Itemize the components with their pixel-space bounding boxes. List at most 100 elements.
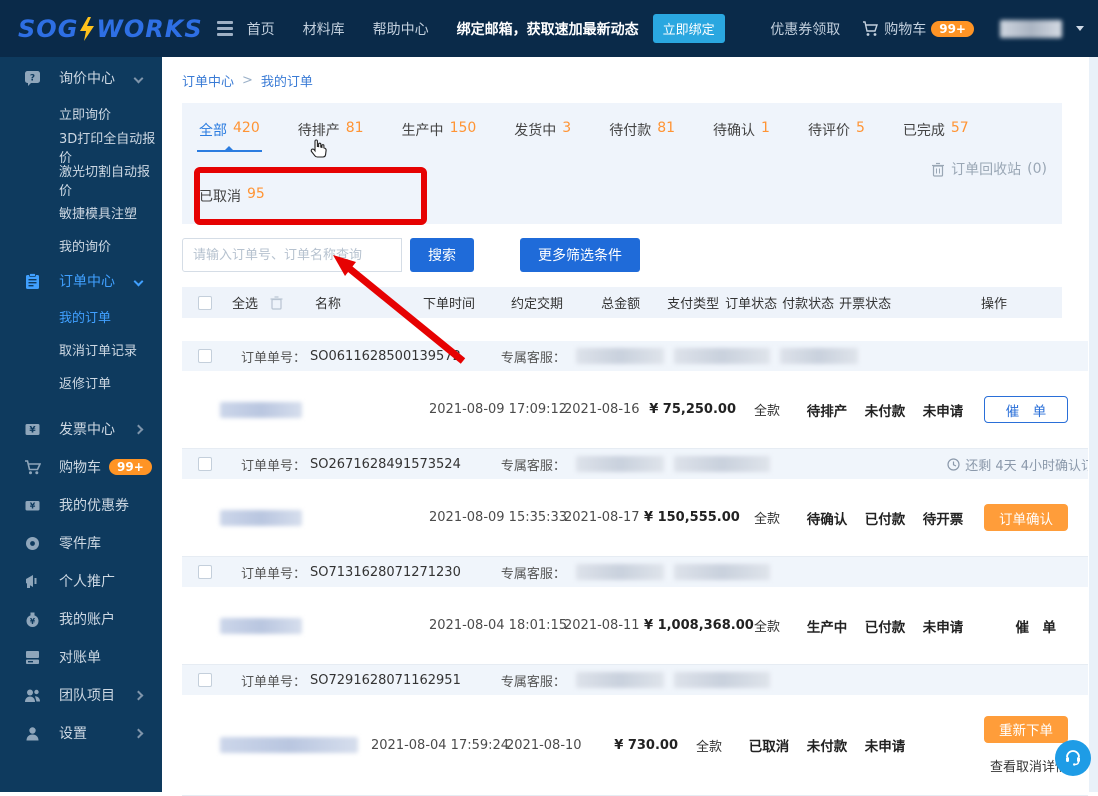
col-header-order-time: 下单时间: [423, 293, 475, 312]
nav-item-help[interactable]: 帮助中心: [373, 19, 429, 39]
cart-label: 购物车: [884, 19, 926, 39]
coupon-claim-link[interactable]: 优惠券领取: [770, 19, 840, 39]
reorder-button[interactable]: 重新下单: [984, 716, 1068, 743]
order-header: 订单单号： SO7131628071271230 专属客服：: [182, 557, 1088, 587]
tab-pending-confirm[interactable]: 待确认1: [711, 113, 772, 152]
sidebar-item-agile-mold[interactable]: 敏捷模具注塑: [0, 196, 162, 229]
col-header-amount: 总金额: [601, 293, 640, 312]
search-button[interactable]: 搜索: [410, 238, 474, 272]
redacted-order-name[interactable]: [220, 402, 302, 418]
tab-count: 81: [657, 120, 675, 142]
sidebar-item-my-inquiries[interactable]: 我的询价: [0, 229, 162, 262]
order-checkbox[interactable]: [198, 457, 212, 471]
tab-all[interactable]: 全部420: [197, 113, 262, 152]
tab-shipping[interactable]: 发货中3: [512, 113, 573, 152]
team-icon: [24, 687, 41, 704]
sidebar-item-statement[interactable]: 对账单: [0, 638, 162, 676]
breadcrumb-order-center[interactable]: 订单中心: [182, 71, 234, 90]
sidebar-item-parts-library[interactable]: 零件库: [0, 524, 162, 562]
sidebar-item-inquire-now[interactable]: 立即询价: [0, 97, 162, 130]
tab-cancelled[interactable]: 已取消95: [197, 179, 267, 216]
nav-item-materials[interactable]: 材料库: [303, 19, 345, 39]
redacted-order-name[interactable]: [220, 510, 302, 526]
more-filters-button[interactable]: 更多筛选条件: [520, 238, 640, 272]
order-no: SO7131628071271230: [310, 565, 461, 580]
order-recycle-bin[interactable]: 订单回收站 (0): [931, 152, 1047, 179]
invoice-status: 未申请: [914, 400, 972, 420]
select-all-checkbox[interactable]: [198, 296, 212, 310]
sidebar-item-3d-print-quote[interactable]: 3D打印全自动报价: [0, 130, 162, 163]
customer-service-button[interactable]: [1055, 740, 1091, 776]
confirm-order-button[interactable]: 订单确认: [984, 504, 1068, 531]
order-no-label: 订单单号：: [241, 563, 306, 582]
tab-completed[interactable]: 已完成57: [901, 113, 971, 152]
tab-pending-payment[interactable]: 待付款81: [607, 113, 677, 152]
tab-pending-review[interactable]: 待评价5: [806, 113, 867, 152]
tab-in-production[interactable]: 生产中150: [400, 113, 479, 152]
order-checkbox[interactable]: [198, 565, 212, 579]
order-checkbox[interactable]: [198, 673, 212, 687]
clock-icon: [947, 458, 960, 471]
urge-order-text[interactable]: 催 单: [1016, 616, 1057, 636]
sidebar-item-settings[interactable]: 设置: [0, 714, 162, 752]
order-row: 订单单号： SO7291628071162951 专属客服： 2021-08-0…: [182, 665, 1088, 796]
sidebar-label: 我的账户: [59, 609, 115, 629]
redacted-username[interactable]: [1000, 20, 1062, 38]
sidebar-sub-label: 返修订单: [59, 373, 111, 392]
sidebar-item-invoice-center[interactable]: ¥ 发票中心: [0, 410, 162, 448]
sidebar-label: 零件库: [59, 533, 101, 553]
countdown-text: 还剩 4天 4小时确认订: [965, 455, 1088, 474]
sidebar-item-cancelled-orders[interactable]: 取消订单记录: [0, 333, 162, 366]
due-date: 2021-08-10: [506, 738, 586, 753]
breadcrumb-my-orders[interactable]: 我的订单: [261, 71, 313, 90]
pay-status: 未付款: [856, 400, 914, 420]
redacted-text: [780, 348, 858, 364]
invoice-status: 待开票: [914, 508, 972, 528]
tab-label: 发货中: [514, 120, 556, 142]
urge-order-button[interactable]: 催 单: [984, 396, 1068, 423]
redacted-text: [674, 672, 770, 688]
tab-pending-schedule[interactable]: 待排产81: [296, 113, 366, 152]
service-label: 专属客服：: [501, 671, 566, 690]
nav-item-home[interactable]: 首页: [247, 19, 275, 39]
svg-text:¥: ¥: [29, 425, 36, 435]
sidebar-item-my-coupons[interactable]: ¥ 我的优惠券: [0, 486, 162, 524]
user-dropdown-caret-icon[interactable]: [1076, 26, 1084, 31]
sidebar-item-team-projects[interactable]: 团队项目: [0, 676, 162, 714]
redacted-text: [576, 348, 664, 364]
order-time: 2021-08-09 15:35:33: [429, 510, 561, 525]
hamburger-menu-icon[interactable]: [217, 21, 233, 36]
trash-icon[interactable]: [270, 296, 283, 310]
order-row: 订单单号： SO7131628071271230 专属客服： 2021-08-0…: [182, 557, 1088, 665]
navbar-right: 优惠券领取 购物车 99+: [770, 19, 1084, 39]
sidebar-item-inquiry-center[interactable]: ? 询价中心: [0, 59, 162, 97]
redacted-order-name[interactable]: [220, 618, 302, 634]
redacted-text: [576, 456, 664, 472]
sidebar-label: 个人推广: [59, 571, 115, 591]
order-status: 待确认: [798, 508, 856, 528]
recycle-bin-count: (0): [1027, 161, 1047, 177]
sidebar-item-order-center[interactable]: 订单中心: [0, 262, 162, 300]
scrollbar-track[interactable]: [1089, 57, 1098, 792]
tab-row-1: 全部420 待排产81 生产中150 发货中3 待付款81 待确认1 待评价5 …: [197, 113, 1047, 179]
pay-status: 未付款: [798, 735, 856, 755]
sidebar-item-laser-cut-quote[interactable]: 激光切割自动报价: [0, 163, 162, 196]
sidebar-item-my-orders[interactable]: 我的订单: [0, 300, 162, 333]
select-all-label[interactable]: 全选: [232, 293, 258, 312]
navbar-cart[interactable]: 购物车 99+: [862, 19, 974, 39]
sidebar-label: 对账单: [59, 647, 101, 667]
bind-now-button[interactable]: 立即绑定: [653, 14, 725, 43]
sidebar-item-personal-promotion[interactable]: 个人推广: [0, 562, 162, 600]
breadcrumb: 订单中心 > 我的订单: [182, 71, 1088, 90]
redacted-text: [576, 672, 664, 688]
order-search-input[interactable]: [182, 238, 402, 272]
sidebar: ? 询价中心 立即询价 3D打印全自动报价 激光切割自动报价 敏捷模具注塑 我的…: [0, 57, 162, 792]
order-checkbox[interactable]: [198, 349, 212, 363]
sidebar-item-repair-orders[interactable]: 返修订单: [0, 366, 162, 399]
sidebar-item-cart[interactable]: 购物车 99+: [0, 448, 162, 486]
brand-logo[interactable]: SOG WORKS: [18, 15, 203, 43]
redacted-order-name[interactable]: [220, 737, 358, 753]
order-status: 待排产: [798, 400, 856, 420]
order-status: 生产中: [798, 616, 856, 636]
sidebar-item-my-account[interactable]: ¥ 我的账户: [0, 600, 162, 638]
